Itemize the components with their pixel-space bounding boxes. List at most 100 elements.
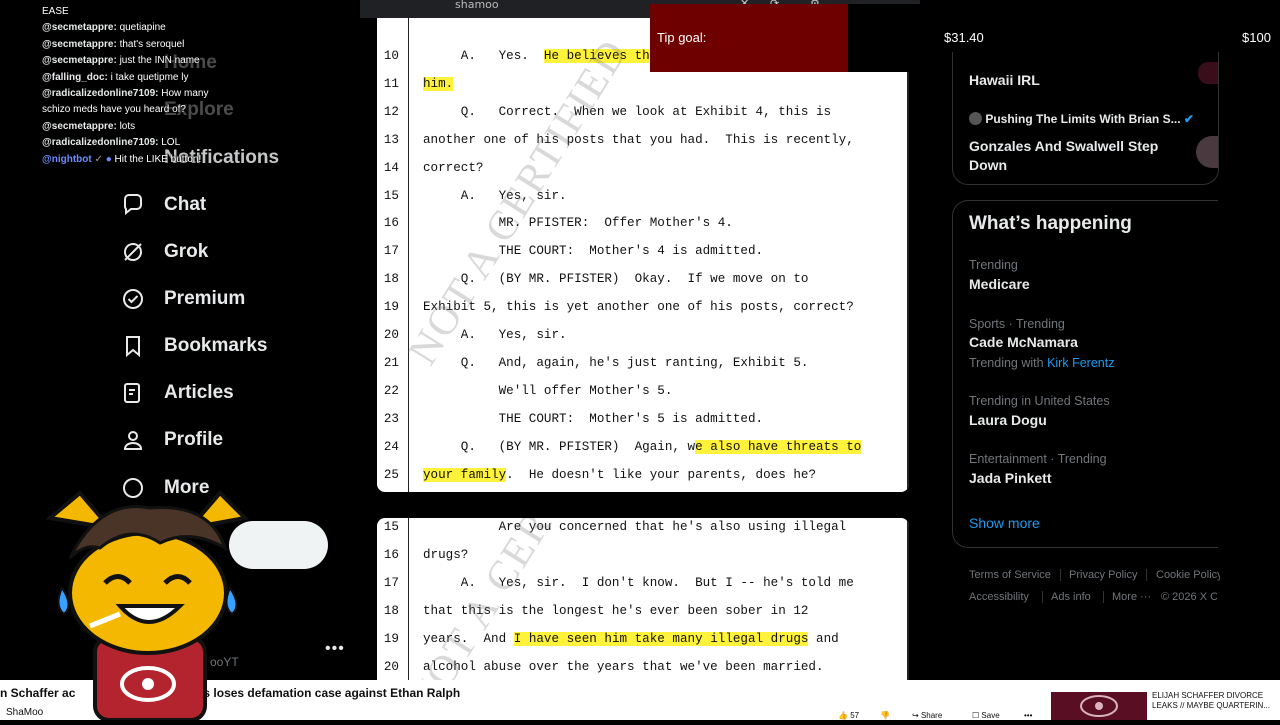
footer-terms[interactable]: Terms of Service [969, 569, 1051, 581]
save-button[interactable]: ☐ Save [972, 711, 1000, 720]
dislike-button[interactable]: 👎 [880, 711, 890, 720]
share-icon: ↪ [912, 711, 919, 720]
like-button[interactable]: 👍 57 [838, 711, 859, 720]
nav-label: Profile [164, 429, 224, 450]
footer-privacy[interactable]: Privacy Policy [1060, 569, 1137, 581]
more-actions-icon[interactable]: ••• [1024, 711, 1032, 720]
line-text: Exhibit 5, this is yet another one of hi… [423, 300, 854, 315]
transcript-page-2: 15 Are you concerned that he's also usin… [377, 518, 909, 683]
news-source[interactable]: Pushing The Limits With Brian S... ✔ [969, 112, 1194, 126]
line-number: 18 [383, 604, 399, 618]
watermark: NOT A CERTIFIED [399, 518, 638, 683]
line-text: alcohol abuse over the years that we've … [423, 660, 824, 674]
chat-message: @secmetappre: quetiapine [42, 22, 166, 34]
nav-item-grok[interactable]: Grok [120, 237, 208, 267]
grok-icon [120, 239, 146, 265]
nav-item-chat[interactable]: Chat [120, 190, 206, 220]
line-number: 16 [383, 216, 399, 231]
line-number: 21 [383, 355, 399, 370]
line-text: correct? [423, 160, 484, 175]
highlighted-text: e also have threats to [695, 439, 862, 454]
highlighted-text: him. [423, 76, 454, 91]
trend-meta: Trending in United States [969, 394, 1110, 408]
line-number: 23 [383, 411, 399, 426]
line-number: 22 [383, 383, 399, 398]
trend-meta: Trending [969, 258, 1018, 272]
nav-item-articles[interactable]: Articles [120, 378, 234, 408]
line-number: 12 [383, 104, 399, 119]
line-text: another one of his posts that you had. T… [423, 132, 854, 147]
source-avatar-icon [969, 112, 982, 125]
line-number: 14 [383, 160, 399, 175]
line-text: him. [423, 76, 454, 91]
next-video-thumbnail[interactable] [1051, 692, 1147, 720]
line-text: Q. Correct. When we look at Exhibit 4, t… [423, 104, 832, 119]
news-title[interactable]: Gonzales And Swalwell Step Down [969, 137, 1169, 175]
line-number: 20 [383, 328, 399, 342]
bookmark-icon [120, 333, 146, 359]
line-number: 11 [383, 76, 399, 91]
line-number: 19 [383, 300, 399, 315]
trend-title[interactable]: Laura Dogu [969, 412, 1047, 428]
footer-accessibility[interactable]: Accessibility [969, 591, 1029, 603]
browser-tab-title[interactable]: shamoo [455, 0, 499, 11]
line-text: your family. He doesn't like your parent… [423, 467, 816, 482]
nav-item-premium[interactable]: Premium [120, 284, 245, 314]
chat-message: @secmetappre: just the INN name [42, 55, 200, 67]
line-text: THE COURT: Mother's 5 is admitted. [423, 411, 764, 426]
footer-copyright: © 2026 X C [1161, 591, 1217, 603]
nav-label: Premium [164, 288, 246, 309]
line-text: drugs? [423, 548, 469, 562]
like-icon: 👍 [838, 711, 848, 720]
trend-with-link[interactable]: Kirk Ferentz [1047, 356, 1114, 370]
save-icon: ☐ [972, 711, 980, 720]
transcript-page-1: 10 A. Yes. He believes the 11 him. 12 Q. Co… [377, 18, 909, 492]
tip-goal-target: $100 [1242, 30, 1271, 45]
footer-cookie[interactable]: Cookie Policy [1146, 569, 1220, 581]
chat-message: EASE [42, 6, 69, 17]
trend-title[interactable]: Medicare [969, 276, 1030, 292]
nav-item-profile[interactable]: Profile [120, 425, 223, 455]
footer-more[interactable]: More ··· [1103, 591, 1151, 603]
line-text: Are you concerned that he's also using i… [423, 520, 847, 534]
tip-goal-label: Tip goal: [657, 30, 707, 45]
whats-happening-heading: What’s happening [969, 213, 1132, 234]
line-number: 20 [383, 660, 399, 674]
dislike-icon: 👎 [880, 711, 890, 720]
trend-meta: Entertainment · Trending [969, 452, 1107, 466]
profile-icon [120, 427, 146, 453]
line-number: 17 [383, 244, 399, 259]
line-number: 10 [383, 49, 399, 63]
chat-message: @secmetappre: that's seroquel [42, 38, 185, 50]
line-number: 15 [383, 520, 399, 534]
nav-label: Bookmarks [164, 335, 268, 356]
footer-ads[interactable]: Ads info [1042, 591, 1091, 603]
chat-message: @secmetappre: lots [42, 120, 136, 132]
line-number: 24 [383, 439, 399, 454]
line-number: 13 [383, 132, 399, 147]
line-number: 16 [383, 548, 399, 562]
trend-item-title[interactable]: Hawaii IRL [969, 72, 1040, 88]
premium-icon [120, 286, 146, 312]
show-more-link[interactable]: Show more [969, 515, 1040, 531]
line-number: 25 [383, 467, 399, 482]
account-more-icon[interactable]: ••• [325, 640, 345, 658]
whats-happening-card [952, 200, 1218, 548]
streamer-avatar [40, 488, 255, 722]
trend-title[interactable]: Jada Pinkett [969, 470, 1051, 486]
line-text: Q. And, again, he's just ranting, Exhibi… [423, 355, 809, 370]
chat-message: @radicalizedonline7109: How many [42, 88, 209, 100]
trend-title[interactable]: Cade McNamara [969, 334, 1078, 350]
next-video-title[interactable]: ELIJAH SCHAFFER DIVORCE LEAKS // MAYBE Q… [1152, 691, 1270, 711]
line-number: 15 [383, 188, 399, 203]
avatar [1198, 62, 1218, 84]
channel-name[interactable]: ShaMoo [6, 707, 43, 718]
nav-item-bookmarks[interactable]: Bookmarks [120, 331, 268, 361]
trend-meta: Sports · Trending [969, 317, 1065, 331]
chat-icon [120, 192, 146, 218]
line-text: MR. PFISTER: Offer Mother's 4. [423, 216, 733, 231]
share-button[interactable]: ↪ Share [912, 711, 942, 720]
nav-label: Chat [164, 194, 207, 215]
stream-chat: EASE @secmetappre: quetiapine @secmetapp… [42, 4, 254, 168]
highlighted-text: I have seen him take many illegal drugs [513, 632, 809, 646]
